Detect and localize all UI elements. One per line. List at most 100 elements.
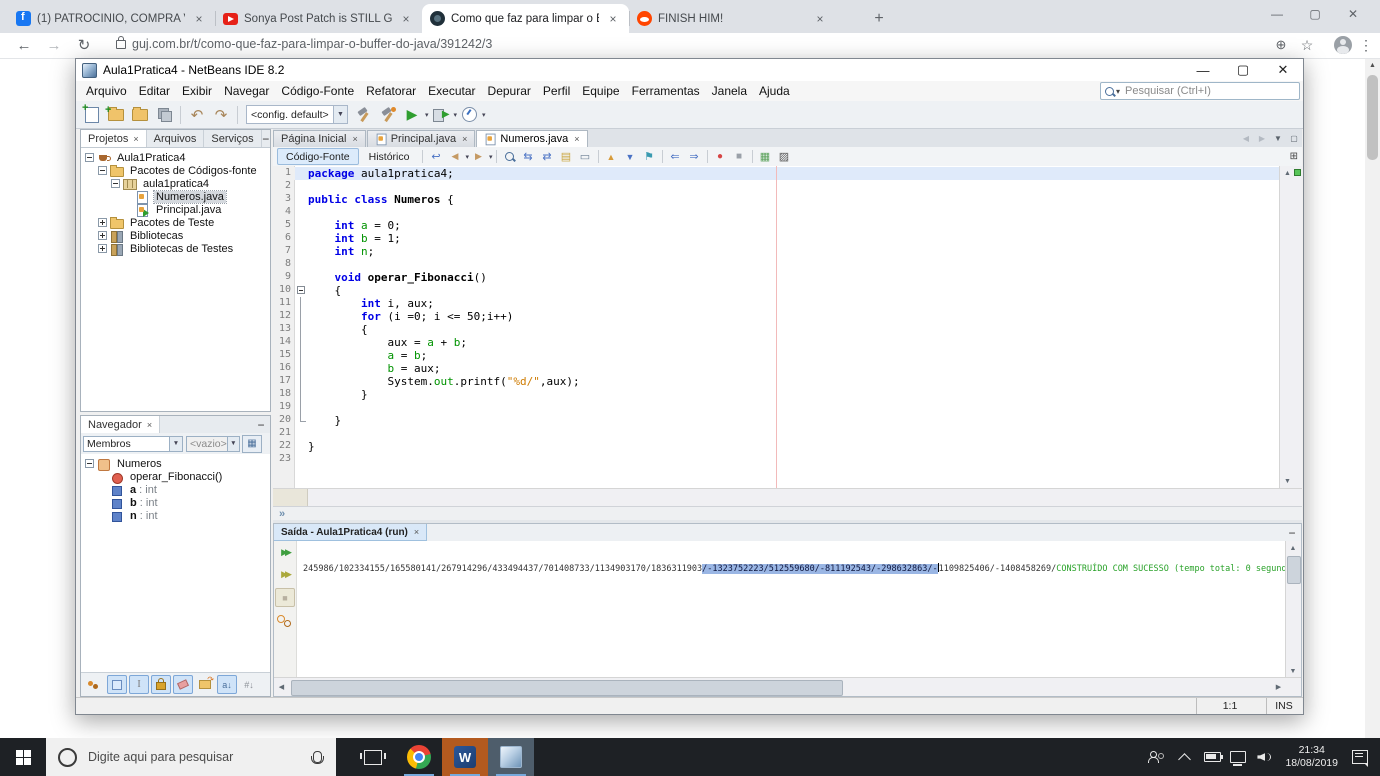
quick-search-box[interactable]: ▾ <box>1100 82 1300 100</box>
action-center-button[interactable] <box>1346 738 1380 776</box>
tree-item-numeros[interactable]: Numeros <box>81 457 270 471</box>
navigator-scope-select[interactable]: Membros ▼ <box>83 435 183 452</box>
tab-arquivos[interactable]: Arquivos <box>147 130 205 147</box>
menu-arquivo[interactable]: Arquivo <box>80 82 133 100</box>
ant-settings-icon[interactable] <box>276 612 294 629</box>
save-all-icon[interactable] <box>152 104 176 126</box>
browser-tab-guj[interactable]: Como que faz para limpar o Buff <box>422 4 629 33</box>
profile-avatar[interactable] <box>1334 36 1352 54</box>
expander-icon[interactable] <box>98 231 107 240</box>
expander-icon[interactable] <box>111 179 120 188</box>
taskbar-search-box[interactable] <box>46 738 336 776</box>
expander-icon[interactable] <box>98 218 107 227</box>
scroll-up-icon[interactable]: ▲ <box>1280 166 1295 180</box>
tab-servicos[interactable]: Serviços <box>204 130 262 147</box>
tab-close-icon[interactable] <box>605 11 621 27</box>
start-macro-recording-icon[interactable] <box>711 149 730 165</box>
expander-icon[interactable] <box>85 459 94 468</box>
show-fields-icon[interactable] <box>107 675 127 694</box>
tree-item-b[interactable]: b : int <box>81 496 270 509</box>
scroll-up-icon[interactable]: ▲ <box>1286 541 1300 555</box>
scroll-tabs-left-icon[interactable]: ◀ <box>1238 134 1254 143</box>
menu-ajuda[interactable]: Ajuda <box>753 82 796 100</box>
browser-minimize-button[interactable]: — <box>1258 0 1296 28</box>
shift-left-icon[interactable] <box>666 149 685 165</box>
find-selection-icon[interactable] <box>500 149 519 165</box>
browser-tab-facebook[interactable]: (1) PATROCINIO, COMPRA VEND <box>8 4 215 33</box>
browser-maximize-button[interactable]: ▢ <box>1296 0 1334 28</box>
back-icon[interactable] <box>12 34 36 56</box>
tree-item-aula1pratica4[interactable]: aula1pratica4 <box>81 177 270 190</box>
tree-item-bibliotecas-de-testes[interactable]: Bibliotecas de Testes <box>81 242 270 256</box>
close-tab-icon[interactable] <box>352 134 357 144</box>
redo-icon[interactable] <box>209 104 233 126</box>
tab-list-icon[interactable]: ▼ <box>1270 134 1286 143</box>
page-action-icon[interactable] <box>1268 35 1294 55</box>
tab-close-icon[interactable] <box>812 11 828 27</box>
https-padlock-icon[interactable] <box>116 36 126 49</box>
comment-icon[interactable] <box>756 149 775 165</box>
next-bookmark-icon[interactable] <box>621 149 640 165</box>
split-document-icon[interactable] <box>1290 151 1298 162</box>
output-text-line[interactable]: 245986/102334155/165580141/267914296/433… <box>303 563 1285 574</box>
editor-vertical-scrollbar[interactable]: ▲ ▼ <box>1279 166 1295 488</box>
uncomment-icon[interactable] <box>775 149 794 165</box>
minimize-panel-icon[interactable] <box>252 416 270 433</box>
menu-exibir[interactable]: Exibir <box>176 82 218 100</box>
browser-tab-reddit[interactable]: FINISH HIM! <box>629 4 836 33</box>
menu-depurar[interactable]: Depurar <box>482 82 537 100</box>
run-project-icon[interactable] <box>400 104 424 126</box>
open-project-icon[interactable] <box>128 104 152 126</box>
close-tab-icon[interactable] <box>147 420 152 430</box>
menu-codigo-fonte[interactable]: Código-Fonte <box>275 82 360 100</box>
menu-navegar[interactable]: Navegar <box>218 82 275 100</box>
tree-item-a[interactable]: a : int <box>81 483 270 496</box>
scrollbar-thumb[interactable] <box>1287 556 1301 584</box>
output-vertical-scrollbar[interactable]: ▲ ▼ <box>1285 541 1301 678</box>
find-previous-occurrence-icon[interactable] <box>519 149 538 165</box>
no-errors-indicator[interactable] <box>1294 169 1301 176</box>
tree-item-aula1pratica4[interactable]: Aula1Pratica4 <box>81 151 270 164</box>
rerun-icon[interactable] <box>276 544 294 561</box>
output-horizontal-scrollbar[interactable]: ◀ ▶ <box>274 677 1301 696</box>
code-editor[interactable]: 1 package aula1pratica4; 2 3 public class Nu… <box>273 166 1302 488</box>
browser-menu-icon[interactable] <box>1358 36 1374 54</box>
tab-navegador[interactable]: Navegador <box>81 416 161 433</box>
expander-icon[interactable] <box>98 244 107 253</box>
menu-executar[interactable]: Executar <box>422 82 481 100</box>
minimize-button[interactable]: — <box>1183 59 1223 81</box>
scrollbar-thumb[interactable] <box>1367 75 1378 160</box>
build-project-icon[interactable] <box>352 104 376 126</box>
toggle-bookmark-icon[interactable] <box>640 149 659 165</box>
address-bar-url[interactable]: guj.com.br/t/como-que-faz-para-limpar-o-… <box>132 37 492 51</box>
menu-refatorar[interactable]: Refatorar <box>360 82 422 100</box>
fold-collapse-icon[interactable] <box>297 286 305 294</box>
expander-icon[interactable] <box>85 153 94 162</box>
menu-ferramentas[interactable]: Ferramentas <box>626 82 706 100</box>
microphone-icon[interactable] <box>311 751 324 764</box>
undo-icon[interactable] <box>185 104 209 126</box>
scroll-right-icon[interactable]: ▶ <box>1271 679 1286 696</box>
close-tab-icon[interactable] <box>462 134 467 144</box>
view-source-button[interactable]: Código-Fonte <box>277 148 359 165</box>
new-tab-button[interactable] <box>868 8 890 30</box>
close-output-icon[interactable] <box>414 527 419 537</box>
taskbar-search-input[interactable] <box>86 749 313 765</box>
reload-icon[interactable] <box>72 34 96 56</box>
battery-tray-button[interactable] <box>1199 738 1225 776</box>
menu-editar[interactable]: Editar <box>133 82 176 100</box>
stop-build-icon[interactable] <box>275 588 295 607</box>
browser-page-scrollbar[interactable]: ▲ <box>1365 58 1380 738</box>
close-button[interactable]: ✕ <box>1263 59 1303 81</box>
start-button[interactable] <box>0 738 46 776</box>
show-non-public-members-icon[interactable] <box>151 675 171 694</box>
config-chevron-icon[interactable]: ▼ <box>333 106 347 123</box>
scrollbar-thumb[interactable] <box>291 679 843 696</box>
editor-tab-principal-java[interactable]: Principal.java <box>366 130 476 147</box>
expander-icon[interactable] <box>98 166 107 175</box>
open-source-icon[interactable] <box>195 675 215 694</box>
tree-item-principal-java[interactable]: Principal.java <box>81 203 270 217</box>
shift-right-icon[interactable] <box>685 149 704 165</box>
tree-item-operar-fibonacci-[interactable]: operar_Fibonacci() <box>81 470 270 484</box>
config-select[interactable]: <config. default> ▼ <box>246 105 348 124</box>
